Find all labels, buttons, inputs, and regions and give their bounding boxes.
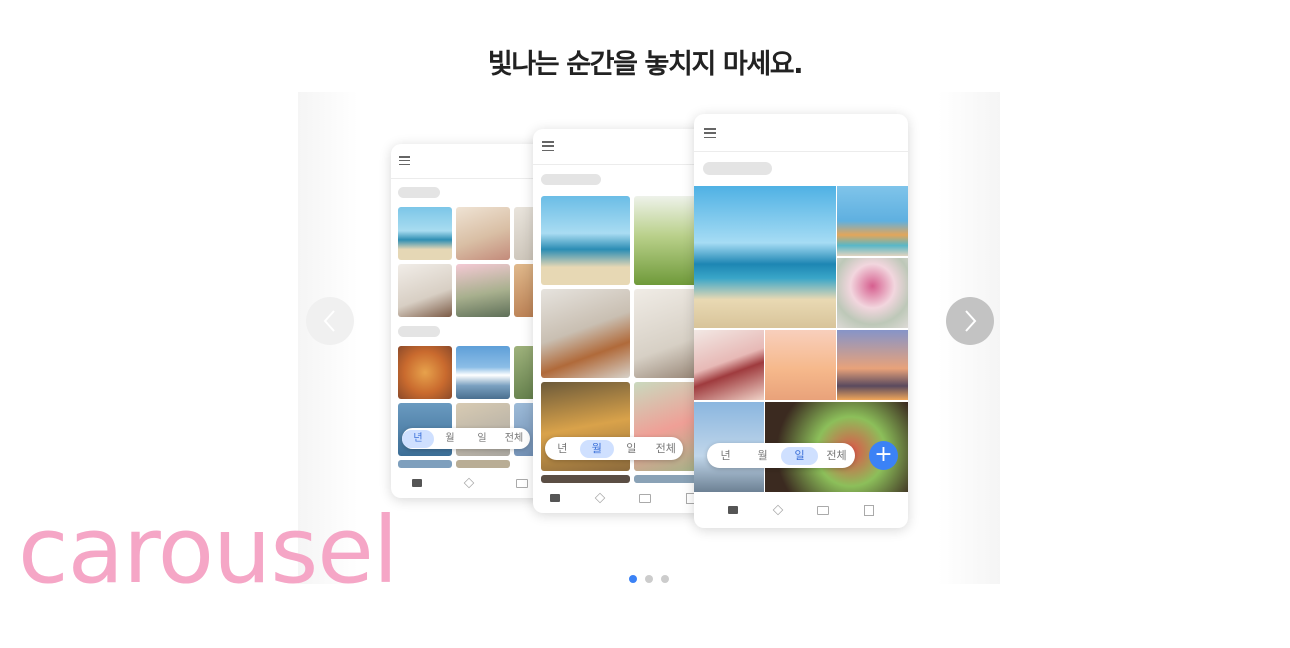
photo-thumbnail[interactable]	[837, 258, 908, 328]
photo-thumbnail[interactable]	[398, 264, 452, 317]
photo-thumbnail[interactable]	[694, 186, 836, 328]
folder-icon[interactable]	[516, 478, 528, 488]
plus-icon: +	[874, 442, 893, 467]
carousel-pagination	[629, 575, 669, 583]
file-icon[interactable]	[863, 504, 874, 516]
photo-thumbnail[interactable]	[837, 186, 908, 256]
cube-icon[interactable]	[772, 504, 784, 516]
photos-icon[interactable]	[412, 479, 422, 487]
page-title: 빛나는 순간을 놓치지 마세요.	[487, 49, 804, 80]
photo-thumbnail[interactable]	[398, 460, 452, 468]
carousel-dot-1[interactable]	[629, 575, 637, 583]
filter-month[interactable]: 월	[434, 430, 466, 448]
phone-mockup-month-view: 년 월 일 전체	[533, 129, 713, 513]
photo-thumbnail[interactable]	[456, 346, 510, 399]
carousel-watermark-label: carousel	[18, 497, 398, 604]
menu-icon	[704, 128, 716, 138]
folder-icon[interactable]	[639, 493, 652, 503]
carousel-next-button[interactable]	[946, 297, 994, 345]
filter-month[interactable]: 월	[579, 439, 614, 458]
cube-icon[interactable]	[463, 477, 475, 489]
date-filter-segmented-control: 년 월 일 전체	[545, 437, 683, 460]
filter-day[interactable]: 일	[614, 440, 649, 458]
carousel-dot-2[interactable]	[645, 575, 653, 583]
filter-day[interactable]: 일	[781, 446, 818, 465]
carousel-prev-button[interactable]	[306, 297, 354, 345]
photo-thumbnail[interactable]	[456, 264, 510, 317]
filter-day[interactable]: 일	[466, 430, 498, 448]
folder-icon[interactable]	[817, 505, 830, 515]
photo-thumbnail[interactable]	[541, 289, 630, 378]
section-label-placeholder	[703, 162, 772, 175]
bottom-nav	[391, 468, 549, 498]
carousel-dot-3[interactable]	[661, 575, 669, 583]
photo-thumbnail[interactable]	[456, 207, 510, 260]
app-header	[533, 129, 713, 165]
filter-all[interactable]: 전체	[649, 440, 684, 458]
section-label-placeholder	[398, 326, 440, 337]
date-filter-segmented-control: 년 월 일 전체	[402, 428, 530, 449]
add-button[interactable]: +	[869, 441, 898, 470]
filter-year[interactable]: 년	[545, 440, 580, 458]
app-header	[694, 114, 908, 152]
filter-all[interactable]: 전체	[818, 447, 855, 465]
filter-all[interactable]: 전체	[498, 430, 530, 448]
photo-thumbnail[interactable]	[398, 346, 452, 399]
chevron-right-icon	[965, 310, 977, 332]
filter-month[interactable]: 월	[744, 447, 781, 465]
photo-thumbnail[interactable]	[694, 330, 764, 400]
photo-thumbnail[interactable]	[541, 196, 630, 285]
cube-icon[interactable]	[594, 492, 606, 504]
photos-icon[interactable]	[728, 506, 739, 514]
photo-thumbnail[interactable]	[541, 475, 630, 483]
app-header	[391, 144, 549, 179]
bottom-nav	[533, 483, 713, 513]
filter-year[interactable]: 년	[707, 447, 744, 465]
filter-year[interactable]: 년	[402, 429, 434, 448]
photo-thumbnail[interactable]	[398, 207, 452, 260]
phone-mockup-year-view: 년 월 일 전체	[391, 144, 549, 498]
section-label-placeholder	[398, 187, 440, 198]
section-label-placeholder	[541, 174, 601, 185]
chevron-left-icon	[323, 310, 335, 332]
photo-thumbnail[interactable]	[837, 330, 908, 400]
photo-thumbnail[interactable]	[765, 330, 836, 400]
bottom-nav	[694, 492, 908, 528]
menu-icon	[399, 156, 410, 165]
photos-icon[interactable]	[550, 494, 561, 502]
photo-thumbnail[interactable]	[456, 460, 510, 468]
menu-icon	[542, 141, 554, 151]
date-filter-segmented-control: 년 월 일 전체	[707, 443, 855, 468]
